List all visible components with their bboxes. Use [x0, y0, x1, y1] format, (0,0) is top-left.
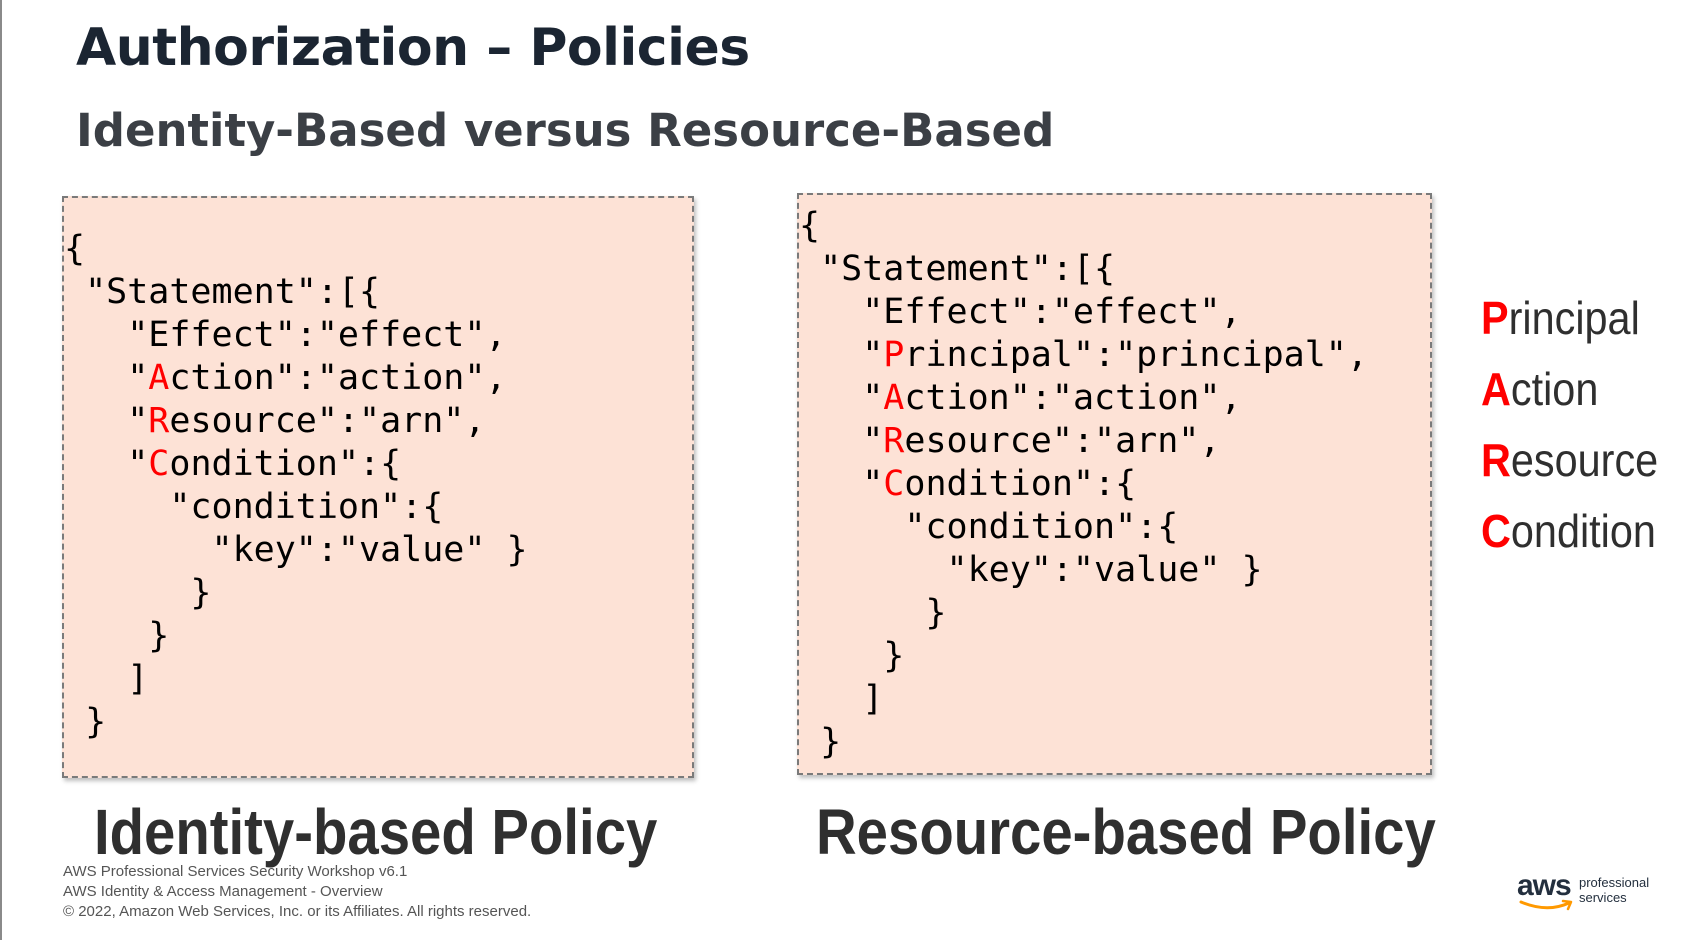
aws-logo-line1: professional — [1579, 875, 1650, 890]
slide-footer: AWS Professional Services Security Works… — [63, 862, 531, 922]
code-text: "condition":{ — [799, 507, 1179, 547]
code-line: "Condition":{ — [799, 463, 1368, 506]
code-highlight-letter: C — [883, 464, 905, 504]
code-text: ] — [799, 679, 884, 719]
code-line: "Resource":"arn", — [799, 420, 1368, 463]
code-line: "Effect":"effect", — [799, 291, 1368, 334]
parc-item-condition: Condition — [1481, 501, 1658, 572]
parc-rest: ction — [1510, 363, 1599, 415]
code-prefix: " — [799, 378, 884, 418]
parc-letter: R — [1481, 434, 1511, 486]
aws-logo-line2: services — [1579, 890, 1627, 905]
footer-copyright-line: © 2022, Amazon Web Services, Inc. or its… — [63, 903, 532, 920]
code-text: } — [64, 616, 170, 656]
code-line: { — [64, 228, 528, 271]
code-text: ondition":{ — [904, 464, 1137, 504]
code-text: "key":"value" } — [64, 530, 528, 570]
code-line: "Principal":"principal", — [799, 334, 1368, 377]
aws-logo-product-text: professional services — [1579, 875, 1649, 905]
resource-policy-code-box: { "Statement":[{ "Effect":"effect", "Pri… — [797, 193, 1432, 775]
slide-left-border — [0, 0, 2, 940]
code-line: } — [799, 592, 1368, 635]
parc-item-resource: Resource — [1481, 430, 1658, 501]
aws-logo-wordmark: aws — [1517, 869, 1572, 902]
code-line: "key":"value" } — [799, 549, 1368, 592]
code-text: } — [799, 722, 842, 762]
code-text: { — [799, 206, 821, 246]
footer-workshop-line: AWS Professional Services Security Works… — [63, 863, 408, 880]
code-line: "Condition":{ — [64, 443, 528, 486]
parc-letter: A — [1481, 363, 1511, 415]
code-line: "Statement":[{ — [64, 271, 528, 314]
code-line: "Action":"action", — [799, 377, 1368, 420]
code-text: "condition":{ — [64, 487, 444, 527]
code-highlight-letter: R — [883, 421, 905, 461]
code-text: "Effect":"effect", — [64, 315, 507, 355]
parc-item-principal: Principal — [1481, 288, 1658, 359]
code-line: } — [64, 701, 528, 744]
code-text: "Effect":"effect", — [799, 292, 1242, 332]
code-highlight-letter: A — [883, 378, 905, 418]
code-text: } — [799, 593, 947, 633]
code-text: ction":"action", — [169, 358, 507, 398]
code-text: esource":"arn", — [904, 421, 1221, 461]
code-highlight-letter: P — [883, 335, 905, 375]
code-prefix: " — [799, 464, 884, 504]
footer-topic-line: AWS Identity & Access Management - Overv… — [63, 883, 383, 900]
code-text: rincipal":"principal", — [904, 335, 1368, 375]
aws-professional-services-logo: aws professional services — [1517, 869, 1667, 915]
code-line: "Effect":"effect", — [64, 314, 528, 357]
code-text: ondition":{ — [169, 444, 402, 484]
code-prefix: " — [64, 358, 149, 398]
slide-title: Authorization – Policies — [76, 18, 750, 78]
code-text: } — [799, 636, 905, 676]
code-text: ction":"action", — [904, 378, 1242, 418]
code-line: ] — [799, 678, 1368, 721]
code-highlight-letter: R — [148, 401, 170, 441]
slide-subtitle: Identity-Based versus Resource-Based — [76, 104, 1055, 157]
code-line: "Statement":[{ — [799, 248, 1368, 291]
code-line: } — [799, 635, 1368, 678]
code-highlight-letter: A — [148, 358, 170, 398]
code-prefix: " — [64, 401, 149, 441]
code-text: "Statement":[{ — [64, 272, 381, 312]
code-line: "Action":"action", — [64, 357, 528, 400]
code-line: "Resource":"arn", — [64, 400, 528, 443]
code-text: "Statement":[{ — [799, 249, 1116, 289]
parc-item-action: Action — [1481, 359, 1658, 430]
code-line: ] — [64, 658, 528, 701]
code-line: "condition":{ — [799, 506, 1368, 549]
code-line: } — [799, 721, 1368, 764]
code-prefix: " — [799, 335, 884, 375]
identity-policy-code: { "Statement":[{ "Effect":"effect", "Act… — [64, 228, 528, 744]
code-line: } — [64, 572, 528, 615]
code-line: "key":"value" } — [64, 529, 528, 572]
code-text: ] — [64, 659, 149, 699]
parc-rest: rincipal — [1508, 292, 1640, 344]
parc-rest: esource — [1510, 434, 1659, 486]
identity-policy-caption: Identity-based Policy — [94, 796, 658, 868]
code-line: { — [799, 205, 1368, 248]
aws-smile-icon — [1519, 899, 1573, 911]
code-highlight-letter: C — [148, 444, 170, 484]
code-text: esource":"arn", — [169, 401, 486, 441]
parc-letter: P — [1481, 292, 1509, 344]
identity-policy-code-box: { "Statement":[{ "Effect":"effect", "Act… — [62, 196, 694, 778]
code-text: } — [64, 573, 212, 613]
code-text: "key":"value" } — [799, 550, 1263, 590]
resource-policy-caption: Resource-based Policy — [816, 796, 1436, 868]
code-text: { — [64, 229, 86, 269]
parc-letter: C — [1481, 505, 1511, 557]
code-text: } — [64, 702, 107, 742]
parc-rest: ondition — [1510, 505, 1656, 557]
code-prefix: " — [799, 421, 884, 461]
code-line: } — [64, 615, 528, 658]
parc-mnemonic-list: Principal Action Resource Condition — [1481, 288, 1678, 572]
code-line: "condition":{ — [64, 486, 528, 529]
resource-policy-code: { "Statement":[{ "Effect":"effect", "Pri… — [799, 205, 1368, 764]
code-prefix: " — [64, 444, 149, 484]
